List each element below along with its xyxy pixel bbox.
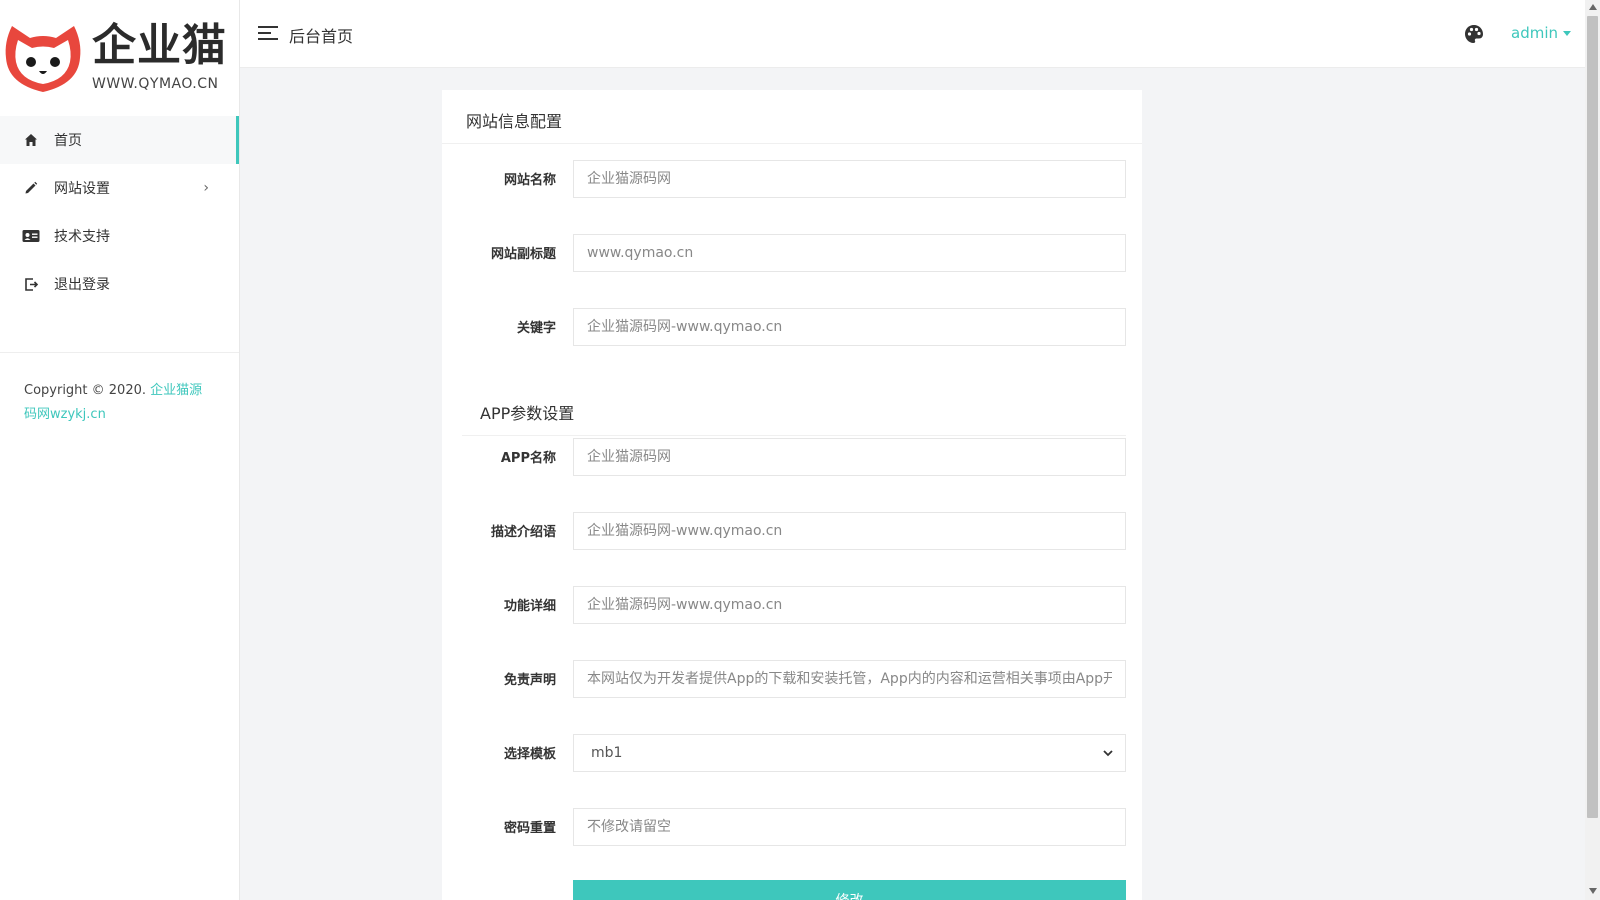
submit-button[interactable]: 修改 — [573, 880, 1126, 900]
form-row-disclaimer: 免责声明 — [442, 660, 1142, 698]
scroll-thumb[interactable] — [1587, 16, 1598, 818]
keywords-label: 关键字 — [516, 321, 556, 336]
user-menu[interactable]: admin — [1511, 24, 1571, 42]
features-input[interactable] — [573, 586, 1126, 624]
form-row-password: 密码重置 — [442, 808, 1142, 846]
disclaimer-label: 免责声明 — [503, 673, 556, 688]
template-select-value: mb1 — [591, 745, 623, 761]
sidebar-nav: 首页 网站设置 › 技术支持 退出登录 — [0, 116, 239, 308]
user-name: admin — [1511, 24, 1558, 42]
form-row-template: 选择模板 mb1 — [442, 734, 1142, 772]
sidebar-item-label: 首页 — [54, 133, 82, 149]
sidebar-item-site-settings[interactable]: 网站设置 › — [0, 164, 239, 212]
site-name-label: 网站名称 — [503, 173, 556, 188]
app-name-input[interactable] — [573, 438, 1126, 476]
logo[interactable]: 企业猫 WWW.QYMAO.CN — [0, 0, 239, 116]
pencil-icon — [22, 179, 40, 197]
keywords-input[interactable] — [573, 308, 1126, 346]
page-title: 后台首页 — [289, 27, 354, 46]
sidebar-item-label: 退出登录 — [54, 277, 110, 293]
form-row-features: 功能详细 — [442, 586, 1142, 624]
sidebar-item-support[interactable]: 技术支持 — [0, 212, 239, 260]
disclaimer-input[interactable] — [573, 660, 1126, 698]
copyright-text: Copyright © 2020. — [24, 383, 147, 398]
sidebar: 企业猫 WWW.QYMAO.CN 首页 网站设置 › 技术支持 退出登录 Cop… — [0, 0, 240, 900]
form-row-description: 描述介绍语 — [442, 512, 1142, 550]
menu-toggle-icon[interactable] — [258, 24, 278, 42]
top-header: 后台首页 admin — [240, 0, 1585, 68]
brand-url: WWW.QYMAO.CN — [92, 76, 219, 92]
caret-down-icon — [1563, 31, 1571, 36]
features-label: 功能详细 — [503, 599, 556, 614]
password-label: 密码重置 — [503, 821, 556, 836]
template-select[interactable]: mb1 — [573, 734, 1126, 772]
copyright: Copyright © 2020. 企业猫源码网wzykj.cn — [0, 353, 239, 427]
site-subtitle-input[interactable] — [573, 234, 1126, 272]
site-subtitle-label: 网站副标题 — [490, 247, 556, 262]
sidebar-item-home[interactable]: 首页 — [0, 116, 239, 164]
template-label: 选择模板 — [503, 747, 556, 762]
id-card-icon — [22, 227, 40, 245]
logout-icon — [22, 275, 40, 293]
description-input[interactable] — [573, 512, 1126, 550]
password-input[interactable] — [573, 808, 1126, 846]
palette-icon[interactable] — [1464, 24, 1484, 44]
sidebar-item-logout[interactable]: 退出登录 — [0, 260, 239, 308]
sidebar-item-label: 技术支持 — [54, 229, 110, 245]
site-config-card: 网站信息配置 网站名称 网站副标题 关键字 APP参数设置 APP名称 描述介绍… — [442, 90, 1142, 900]
scroll-down-icon[interactable] — [1589, 888, 1597, 894]
page-scrollbar[interactable] — [1585, 0, 1600, 900]
scroll-up-icon[interactable] — [1589, 4, 1597, 10]
cat-logo-icon — [5, 26, 81, 92]
app-name-label: APP名称 — [500, 451, 556, 466]
form-row-site-name: 网站名称 — [442, 160, 1142, 198]
form-row-app-name: APP名称 — [442, 438, 1142, 476]
home-icon — [22, 131, 40, 149]
sidebar-item-label: 网站设置 — [54, 181, 110, 197]
form-row-keywords: 关键字 — [442, 308, 1142, 346]
chevron-right-icon: › — [203, 180, 209, 196]
description-label: 描述介绍语 — [490, 525, 556, 540]
site-name-input[interactable] — [573, 160, 1126, 198]
app-section-title: APP参数设置 — [480, 404, 575, 423]
section-divider — [462, 435, 1126, 436]
form-row-site-subtitle: 网站副标题 — [442, 234, 1142, 272]
chevron-down-icon — [1103, 750, 1113, 757]
brand-name: 企业猫 — [92, 20, 227, 71]
card-title: 网站信息配置 — [442, 90, 1142, 144]
